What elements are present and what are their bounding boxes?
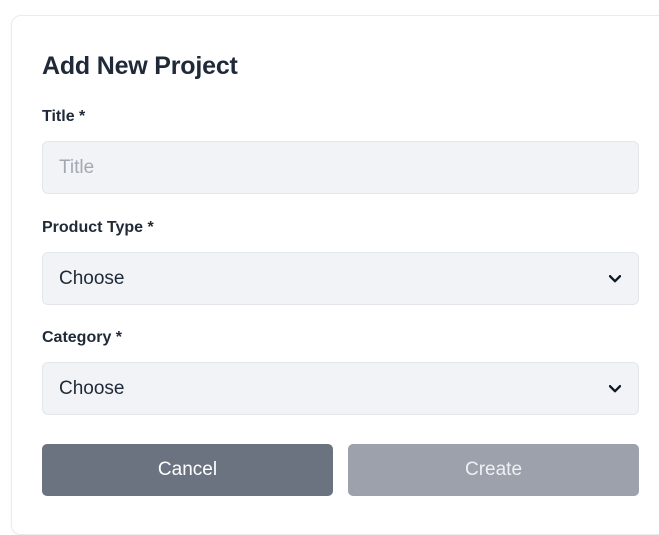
- category-label: Category *: [42, 329, 123, 346]
- title-label: Title *: [42, 108, 86, 125]
- title-input[interactable]: [42, 141, 639, 194]
- page-title: Add New Project: [42, 52, 238, 80]
- category-select[interactable]: Choose: [42, 362, 639, 415]
- cancel-button[interactable]: Cancel: [42, 444, 333, 496]
- add-project-card: Add New Project Title * Product Type * C…: [11, 15, 659, 535]
- category-selected-value: Choose: [59, 377, 125, 399]
- chevron-down-icon: [608, 382, 622, 396]
- product-type-select[interactable]: Choose: [42, 252, 639, 305]
- product-type-selected-value: Choose: [59, 267, 125, 289]
- product-type-label: Product Type *: [42, 219, 154, 236]
- chevron-down-icon: [608, 272, 622, 286]
- create-button[interactable]: Create: [348, 444, 639, 496]
